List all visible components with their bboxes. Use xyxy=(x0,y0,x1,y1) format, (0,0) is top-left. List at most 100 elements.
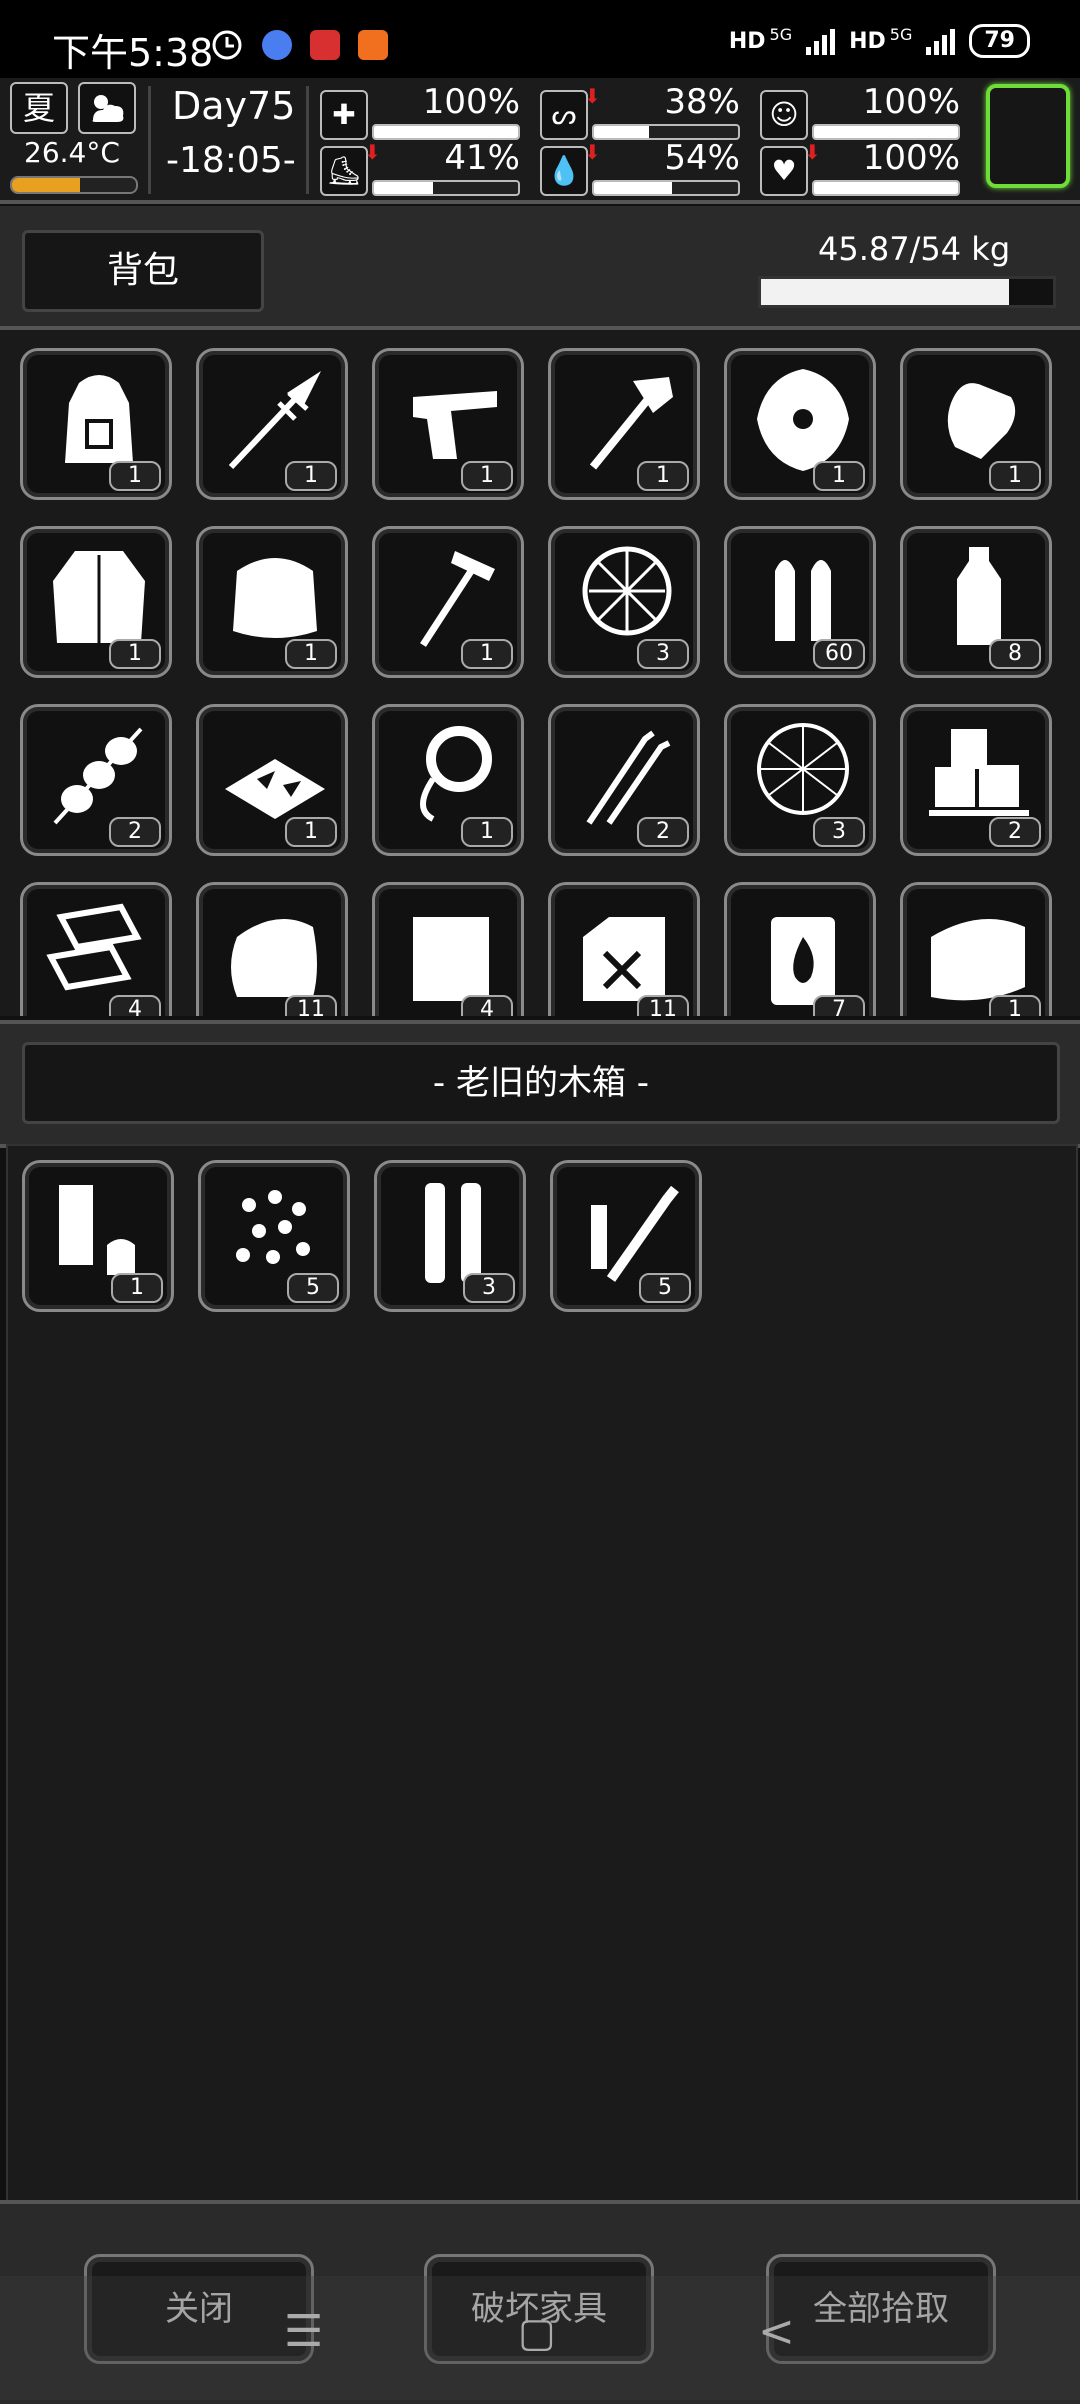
item-slot-paper[interactable]: 4 xyxy=(372,882,524,1016)
batteries-icon xyxy=(425,1183,481,1283)
status-bar: 下午5:38 HD 5G HD 5G 79 xyxy=(0,0,1080,78)
jacket-icon xyxy=(53,551,145,643)
item-count: 1 xyxy=(637,461,689,491)
first-aid-icon: ✚ xyxy=(320,90,368,140)
hammer-icon xyxy=(420,551,495,647)
item-slot-screwdriver-set[interactable]: 5 xyxy=(550,1160,702,1312)
day-counter: Day75 xyxy=(172,84,296,128)
item-slot-water-bottle[interactable]: 8 xyxy=(900,526,1052,678)
season-badge: 夏 xyxy=(10,82,68,134)
pickaxe-icon xyxy=(589,377,673,470)
item-slot-cigarette-paper[interactable]: 1 xyxy=(22,1160,174,1312)
item-slot-towel[interactable]: 1 xyxy=(900,882,1052,1016)
item-slot-shield[interactable]: 1 xyxy=(724,348,876,500)
signal-icon-2 xyxy=(926,27,956,55)
item-count: 1 xyxy=(285,817,337,847)
item-slot-pickaxe[interactable]: 1 xyxy=(548,348,700,500)
lockpicks-icon xyxy=(586,730,671,825)
mood-stat: ☺ 100% xyxy=(760,82,960,142)
container-title: - 老旧的木箱 - xyxy=(22,1042,1060,1124)
alarm-icon xyxy=(212,30,242,60)
item-slot-batteries[interactable]: 3 xyxy=(374,1160,526,1312)
item-slot-ice-cubes[interactable]: 2 xyxy=(900,704,1052,856)
weather-icon xyxy=(78,82,136,134)
item-count: 1 xyxy=(109,639,161,669)
backpack-weight: 45.87/54 kg xyxy=(818,230,1011,268)
fur-hat-icon xyxy=(233,558,317,638)
item-count: 8 xyxy=(989,639,1041,669)
heart-icon: ♥ xyxy=(760,146,808,196)
stamina-stat: ⛸ ⬇ 41% xyxy=(320,138,520,198)
towel-icon xyxy=(931,919,1025,1001)
item-slot-nachos-tray[interactable]: 1 xyxy=(196,704,348,856)
item-count: 2 xyxy=(637,817,689,847)
notification-icons xyxy=(210,28,388,62)
item-count: 1 xyxy=(461,639,513,669)
water-bottle-icon xyxy=(957,547,1001,645)
heart-stat: ♥ ⬇ 100% xyxy=(760,138,960,198)
decrease-arrow-icon: ⬇ xyxy=(804,140,821,164)
item-slot-jacket[interactable]: 1 xyxy=(20,526,172,678)
decrease-arrow-icon: ⬇ xyxy=(584,84,601,108)
fishing-net-icon xyxy=(757,723,849,815)
item-count: 1 xyxy=(461,817,513,847)
fuel-can-icon xyxy=(583,917,665,1001)
back-icon[interactable]: < xyxy=(758,2306,795,2357)
face-icon: ☺ xyxy=(760,90,808,140)
network-label-2: 5G xyxy=(889,24,913,44)
equipped-item-slot[interactable] xyxy=(986,84,1070,188)
item-slot-lockpicks[interactable]: 2 xyxy=(548,704,700,856)
home-icon[interactable]: ▢ xyxy=(518,2310,556,2356)
paper-icon xyxy=(413,917,489,1001)
item-slot-hammer[interactable]: 1 xyxy=(372,526,524,678)
red-app-icon xyxy=(310,30,340,60)
item-slot-gloves[interactable]: 1 xyxy=(900,348,1052,500)
cigarette-paper-icon xyxy=(59,1185,135,1275)
battery-indicator: 79 xyxy=(969,24,1030,58)
item-count: 3 xyxy=(637,639,689,669)
fire-barrel-icon xyxy=(771,917,835,1005)
item-slot-cardboard[interactable]: 4 xyxy=(20,882,172,1016)
item-slot-fire-barrel[interactable]: 7 xyxy=(724,882,876,1016)
item-slot-fur-hat[interactable]: 1 xyxy=(196,526,348,678)
item-count: 1 xyxy=(461,461,513,491)
item-slot-skewer[interactable]: 2 xyxy=(20,704,172,856)
item-count: 1 xyxy=(989,461,1041,491)
backpack-header: 背包 45.87/54 kg xyxy=(0,206,1080,330)
item-count: 1 xyxy=(109,461,161,491)
item-slot-pistol[interactable]: 1 xyxy=(372,348,524,500)
rope-icon xyxy=(420,726,492,822)
item-count: 60 xyxy=(813,639,865,669)
item-slot-backpack[interactable]: 1 xyxy=(20,348,172,500)
item-slot-cloth-pile[interactable]: 11 xyxy=(196,882,348,1016)
temperature: 26.4°C xyxy=(24,136,120,169)
item-slot-spear[interactable]: 1 xyxy=(196,348,348,500)
item-slot-net[interactable]: 3 xyxy=(548,526,700,678)
thirst-stat: 💧 ⬇ 54% xyxy=(540,138,740,198)
item-count: 1 xyxy=(285,461,337,491)
menu-icon[interactable]: ☰ xyxy=(284,2306,323,2357)
status-right: HD 5G HD 5G 79 xyxy=(729,24,1030,58)
container-grid: 1535 xyxy=(6,1144,1078,2202)
spear-icon xyxy=(228,371,321,470)
game-clock: -18:05- xyxy=(166,140,296,181)
item-count: 2 xyxy=(989,817,1041,847)
item-slot-seeds[interactable]: 5 xyxy=(198,1160,350,1312)
screwdriver-set-icon xyxy=(591,1185,679,1282)
skewer-icon xyxy=(53,727,143,825)
decrease-arrow-icon: ⬇ xyxy=(364,140,381,164)
stomach-icon: ᔕ xyxy=(540,90,588,140)
item-count: 1 xyxy=(111,1273,163,1303)
item-count: 1 xyxy=(989,995,1041,1016)
backpack-tab[interactable]: 背包 xyxy=(22,230,264,312)
network-label-1: 5G xyxy=(769,24,793,44)
item-slot-fuel-can[interactable]: 11 xyxy=(548,882,700,1016)
item-slot-fishing-net[interactable]: 3 xyxy=(724,704,876,856)
pistol-icon xyxy=(413,391,497,459)
item-slot-rope[interactable]: 1 xyxy=(372,704,524,856)
temperature-bar xyxy=(10,176,138,194)
item-slot-bullets[interactable]: 60 xyxy=(724,526,876,678)
weight-bar xyxy=(758,276,1056,308)
item-count: 4 xyxy=(109,995,161,1016)
shield-icon xyxy=(757,369,849,471)
